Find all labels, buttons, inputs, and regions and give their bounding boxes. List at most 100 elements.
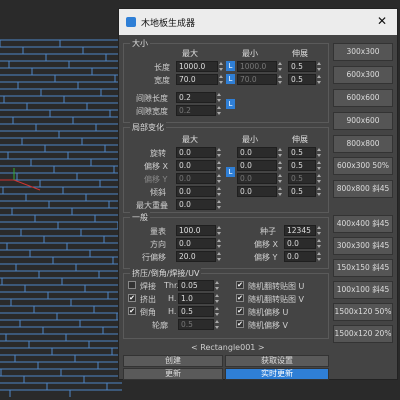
gap-length-field[interactable]: 0.2 <box>176 92 216 103</box>
outline-field[interactable]: 0.5 <box>178 319 214 330</box>
update-button[interactable]: 更新 <box>123 368 223 380</box>
preset-150x150-45[interactable]: 150x150 斜45 <box>333 259 393 277</box>
tilt-min-field[interactable]: 0.0 <box>237 186 277 197</box>
offset-y-max-field[interactable]: 0.0 <box>176 173 216 184</box>
preset-900x600[interactable]: 900x600 <box>333 112 393 130</box>
length-lock-button[interactable]: L <box>226 61 235 71</box>
tilt-max-field[interactable]: 0.0 <box>176 186 216 197</box>
offset-y-stretch-field[interactable]: 0.5 <box>288 173 316 184</box>
rotation-stretch-spinner[interactable] <box>316 147 322 158</box>
general-offset-y-spinner[interactable] <box>316 251 322 262</box>
bevel-checkbox[interactable]: ✔ <box>128 307 136 315</box>
row-offset-field[interactable]: 20.0 <box>176 251 216 262</box>
rotation-stretch-field[interactable]: 0.5 <box>288 147 316 158</box>
preset-800x800[interactable]: 800x800 <box>333 135 393 153</box>
width-stretch-spinner[interactable] <box>316 74 322 85</box>
quantity-spinner[interactable] <box>216 225 222 236</box>
preset-1500x120-20[interactable]: 1500x120 20% <box>333 325 393 343</box>
preset-400x400-45[interactable]: 400x400 斜45 <box>333 215 393 233</box>
weld-threshold-field[interactable]: 0.05 <box>178 280 214 291</box>
preset-1500x120-50[interactable]: 1500x120 50% <box>333 303 393 321</box>
offset-x-stretch-spinner[interactable] <box>316 160 322 171</box>
extrude-height-field[interactable]: 1.0 <box>178 293 214 304</box>
offset-y-min-field[interactable]: 0.0 <box>237 173 277 184</box>
gap-width-spinner[interactable] <box>216 105 222 116</box>
offset-lock-button[interactable]: L <box>226 167 235 177</box>
offset-x-label: 偏移 X <box>144 162 169 171</box>
length-stretch-field[interactable]: 0.5 <box>288 61 316 72</box>
offset-x-min-field[interactable]: 0.0 <box>237 160 277 171</box>
rotation-max-spinner[interactable] <box>216 147 222 158</box>
preset-300x300[interactable]: 300x300 <box>333 43 393 61</box>
close-icon[interactable]: ✕ <box>377 14 387 28</box>
width-min-field[interactable]: 70.0 <box>237 74 277 85</box>
outline-spinner[interactable] <box>214 319 220 330</box>
extrude-label: 挤出 <box>140 295 156 304</box>
weld-threshold-spinner[interactable] <box>214 280 220 291</box>
tilt-min-spinner[interactable] <box>277 186 283 197</box>
length-min-field[interactable]: 1000.0 <box>237 61 277 72</box>
weld-checkbox[interactable] <box>128 281 136 289</box>
length-min-spinner[interactable] <box>277 61 283 72</box>
bevel-height-field[interactable]: 0.5 <box>178 306 214 317</box>
rotation-min-field[interactable]: 0.0 <box>237 147 277 158</box>
direction-field[interactable]: 0.0 <box>176 238 216 249</box>
random-flip-v-checkbox[interactable]: ✔ <box>236 294 244 302</box>
extrude-checkbox[interactable]: ✔ <box>128 294 136 302</box>
length-stretch-spinner[interactable] <box>316 61 322 72</box>
length-max-field[interactable]: 1000.0 <box>176 61 218 72</box>
size-col-stretch: 伸展 <box>292 49 308 58</box>
row-offset-spinner[interactable] <box>216 251 222 262</box>
width-lock-button[interactable]: L <box>226 74 235 84</box>
local-col-max: 最大 <box>182 135 198 144</box>
general-offset-x-spinner[interactable] <box>316 238 322 249</box>
width-min-spinner[interactable] <box>277 74 283 85</box>
length-max-spinner[interactable] <box>218 61 224 72</box>
preset-100x100-45[interactable]: 100x100 斜45 <box>333 281 393 299</box>
viewport[interactable] <box>0 0 122 400</box>
preset-600x300-50[interactable]: 600x300 50% <box>333 157 393 175</box>
create-button[interactable]: 创建 <box>123 355 223 367</box>
tilt-stretch-field[interactable]: 0.5 <box>288 186 316 197</box>
quantity-field[interactable]: 100.0 <box>176 225 216 236</box>
preset-300x300-45[interactable]: 300x300 斜45 <box>333 237 393 255</box>
offset-x-max-spinner[interactable] <box>216 160 222 171</box>
general-offset-x-field[interactable]: 0.0 <box>284 238 316 249</box>
max-overlap-spinner[interactable] <box>216 199 222 210</box>
max-overlap-field[interactable]: 0.0 <box>176 199 216 210</box>
rotation-max-field[interactable]: 0.0 <box>176 147 216 158</box>
preset-800x800-45[interactable]: 800x800 斜45 <box>333 180 393 198</box>
offset-y-max-spinner[interactable] <box>216 173 222 184</box>
random-flip-u-checkbox[interactable]: ✔ <box>236 281 244 289</box>
width-max-spinner[interactable] <box>218 74 224 85</box>
preset-600x300[interactable]: 600x300 <box>333 66 393 84</box>
bevel-height-spinner[interactable] <box>214 306 220 317</box>
random-offset-v-checkbox[interactable]: ✔ <box>236 320 244 328</box>
title-bar[interactable]: 木地板生成器 ✕ <box>119 9 397 35</box>
seed-field[interactable]: 12345 <box>284 225 316 236</box>
offset-y-min-spinner[interactable] <box>277 173 283 184</box>
length-label: 长度 <box>154 63 170 72</box>
gap-width-field[interactable]: 0.2 <box>176 105 216 116</box>
random-offset-u-checkbox[interactable]: ✔ <box>236 307 244 315</box>
tilt-max-spinner[interactable] <box>216 186 222 197</box>
gap-length-spinner[interactable] <box>216 92 222 103</box>
width-max-field[interactable]: 70.0 <box>176 74 218 85</box>
offset-y-stretch-spinner[interactable] <box>316 173 322 184</box>
direction-spinner[interactable] <box>216 238 222 249</box>
general-offset-y-field[interactable]: 0.0 <box>284 251 316 262</box>
offset-x-min-spinner[interactable] <box>277 160 283 171</box>
rotation-min-spinner[interactable] <box>277 147 283 158</box>
offset-x-stretch-field[interactable]: 0.5 <box>288 160 316 171</box>
floor-generator-dialog: 木地板生成器 ✕ 大小 最大 最小 伸展 长度 1000.0 L 1000.0 … <box>118 8 398 380</box>
extrude-height-spinner[interactable] <box>214 293 220 304</box>
offset-x-max-field[interactable]: 0.0 <box>176 160 216 171</box>
extrude-legend: 挤压/倒角/焊接/UV <box>130 268 202 279</box>
preset-600x600[interactable]: 600x600 <box>333 89 393 107</box>
realtime-update-button[interactable]: 实时更新 <box>225 368 329 380</box>
get-settings-button[interactable]: 获取设置 <box>225 355 329 367</box>
width-stretch-field[interactable]: 0.5 <box>288 74 316 85</box>
tilt-stretch-spinner[interactable] <box>316 186 322 197</box>
seed-spinner[interactable] <box>316 225 322 236</box>
gap-lock-button[interactable]: L <box>226 99 235 109</box>
